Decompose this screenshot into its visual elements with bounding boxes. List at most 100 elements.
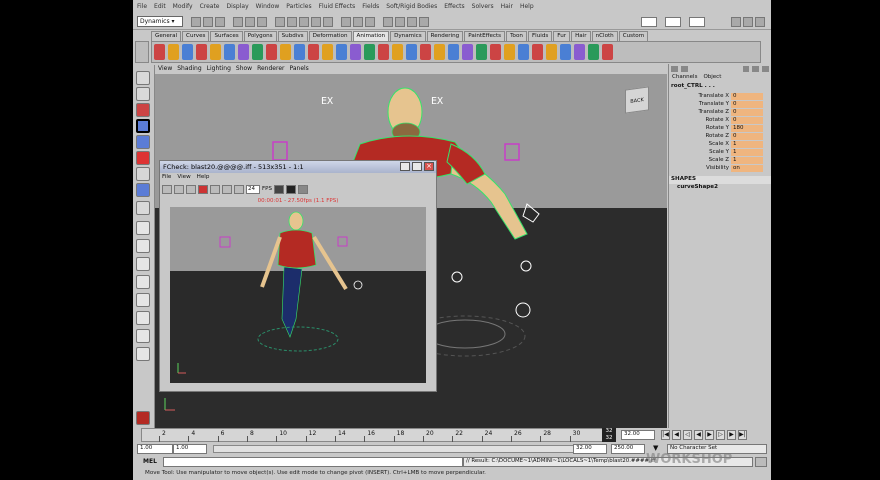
layout-side-icon[interactable] [136, 257, 150, 271]
shelf-tool-icon[interactable] [154, 44, 165, 60]
shelf-tool-icon[interactable] [294, 44, 305, 60]
tab-dynamics[interactable]: Dynamics [390, 31, 426, 41]
mask-surfaces-icon[interactable] [311, 17, 321, 27]
menu-item-solvers[interactable]: Solvers [472, 3, 494, 10]
layout-hypershade-icon[interactable] [136, 311, 150, 325]
menu-item-window[interactable]: Window [256, 3, 280, 10]
fcheck-menu-help[interactable]: Help [197, 174, 210, 180]
tab-surfaces[interactable]: Surfaces [210, 31, 243, 41]
tab-rendering[interactable]: Rendering [426, 31, 464, 41]
tab-fluids[interactable]: Fluids [527, 31, 553, 41]
menu-item-create[interactable]: Create [200, 3, 220, 10]
layout-graph-icon[interactable] [136, 293, 150, 307]
step-forward-icon[interactable] [222, 184, 232, 194]
start-time-field[interactable]: 1.00 [137, 444, 173, 454]
close-button[interactable]: × [424, 162, 434, 171]
open-scene-icon[interactable] [203, 17, 213, 27]
viewport-menu-panels[interactable]: Panels [289, 65, 308, 73]
select-hierarchy-icon[interactable] [233, 17, 243, 27]
layer-icon[interactable] [742, 66, 750, 72]
end-time-field[interactable]: 250.00 [611, 444, 645, 454]
shelf-tool-icon[interactable] [266, 44, 277, 60]
render-icon[interactable] [395, 17, 405, 27]
rotate-tool-icon[interactable] [136, 135, 150, 149]
menu-item-display[interactable]: Display [227, 3, 249, 10]
timeline-ticks[interactable]: 2 4 6 8 10 12 14 16 18 20 22 24 26 28 30 [141, 428, 603, 442]
channel-row[interactable]: Translate Z0 [669, 108, 771, 116]
channel-value[interactable]: 180 [731, 124, 763, 132]
stop-icon[interactable] [198, 184, 208, 194]
menu-item-effects[interactable]: Effects [444, 3, 464, 10]
shelf-tool-icon[interactable] [532, 44, 543, 60]
tab-subdivs[interactable]: Subdivs [277, 31, 308, 41]
channel-row[interactable]: Scale X1 [669, 140, 771, 148]
shelf-tool-icon[interactable] [490, 44, 501, 60]
tool-settings-icon[interactable] [743, 17, 753, 27]
shelf-tool-icon[interactable] [560, 44, 571, 60]
play-back-icon[interactable] [186, 184, 196, 194]
step-back-icon[interactable] [174, 184, 184, 194]
shelf-tool-icon[interactable] [406, 44, 417, 60]
menu-item-modify[interactable]: Modify [173, 3, 193, 10]
step-back-key-icon[interactable]: ◁ [683, 430, 692, 440]
shelf-tool-icon[interactable] [182, 44, 193, 60]
command-input[interactable] [163, 457, 463, 467]
layout-single-icon[interactable] [136, 221, 150, 235]
channel-row[interactable]: Scale Z1 [669, 156, 771, 164]
mode-dropdown[interactable]: Dynamics ▾ [137, 16, 183, 27]
channel-box-icon[interactable] [755, 17, 765, 27]
shelf-tool-icon[interactable] [322, 44, 333, 60]
fcheck-window[interactable]: FCheck: blast20.@@@@.iff - 513x351 - 1:1… [159, 160, 437, 392]
channel-value[interactable]: on [731, 164, 763, 172]
head-control[interactable] [272, 141, 288, 161]
time-slider[interactable]: 2 4 6 8 10 12 14 16 18 20 22 24 26 28 30 32 32 32.00 |◀… [133, 428, 771, 442]
shelf-tool-icon[interactable] [574, 44, 585, 60]
channel-value[interactable]: 0 [731, 100, 763, 108]
channel-pin-icon[interactable] [762, 66, 769, 72]
shelf-tool-icon[interactable] [420, 44, 431, 60]
root-control[interactable] [424, 319, 506, 349]
mask-deformers-icon[interactable] [323, 17, 333, 27]
channel-value[interactable]: 0 [731, 116, 763, 124]
rgb-channel-icon[interactable] [273, 184, 284, 194]
viewport-menu-shading[interactable]: Shading [177, 65, 201, 73]
shelf-tool-icon[interactable] [196, 44, 207, 60]
play-forwards-icon[interactable]: ▶ [705, 430, 714, 440]
shelf-tool-icon[interactable] [224, 44, 235, 60]
maximize-button[interactable] [412, 162, 422, 171]
menu-item-fields[interactable]: Fields [362, 3, 379, 10]
move-tool-icon[interactable] [136, 119, 150, 133]
render-settings-icon[interactable] [419, 17, 429, 27]
fcheck-titlebar[interactable]: FCheck: blast20.@@@@.iff - 513x351 - 1:1 [160, 161, 436, 173]
menu-item-soft-rigid-bodies[interactable]: Soft/Rigid Bodies [386, 3, 437, 10]
mask-handles-icon[interactable] [275, 17, 285, 27]
shelf-tool-icon[interactable] [504, 44, 515, 60]
tab-object[interactable]: Object [703, 74, 721, 83]
numeric-input-z[interactable] [689, 17, 705, 27]
tab-channels[interactable]: Channels [672, 74, 697, 83]
channel-value[interactable]: 1 [731, 140, 763, 148]
tab-custom[interactable]: Custom [618, 31, 649, 41]
play-backwards-icon[interactable]: ◀ [694, 430, 703, 440]
channel-row[interactable]: Translate X0 [669, 92, 771, 100]
channel-list-icon[interactable] [671, 66, 678, 72]
shelf-tool-icon[interactable] [546, 44, 557, 60]
shelf-tool-icon[interactable] [364, 44, 375, 60]
script-editor-icon[interactable] [755, 457, 767, 467]
shelf-tool-icon[interactable] [392, 44, 403, 60]
layout-render-icon[interactable] [136, 329, 150, 343]
step-back-frame-icon[interactable]: ◀ [672, 430, 681, 440]
layout-four-icon[interactable] [136, 239, 150, 253]
shelf-menu-icon[interactable] [135, 41, 149, 63]
fcheck-menu-file[interactable]: File [162, 174, 171, 180]
menu-item-file[interactable]: File [137, 3, 147, 10]
channel-value[interactable]: 0 [731, 92, 763, 100]
go-end-icon[interactable] [234, 184, 244, 194]
shelf-tool-icon[interactable] [434, 44, 445, 60]
fcheck-image[interactable] [170, 207, 426, 383]
new-scene-icon[interactable] [191, 17, 201, 27]
select-tool-icon[interactable] [136, 71, 150, 85]
tab-general[interactable]: General [151, 31, 182, 41]
foot-control-left[interactable] [451, 271, 463, 283]
tab-ncloth[interactable]: nCloth [591, 31, 618, 41]
